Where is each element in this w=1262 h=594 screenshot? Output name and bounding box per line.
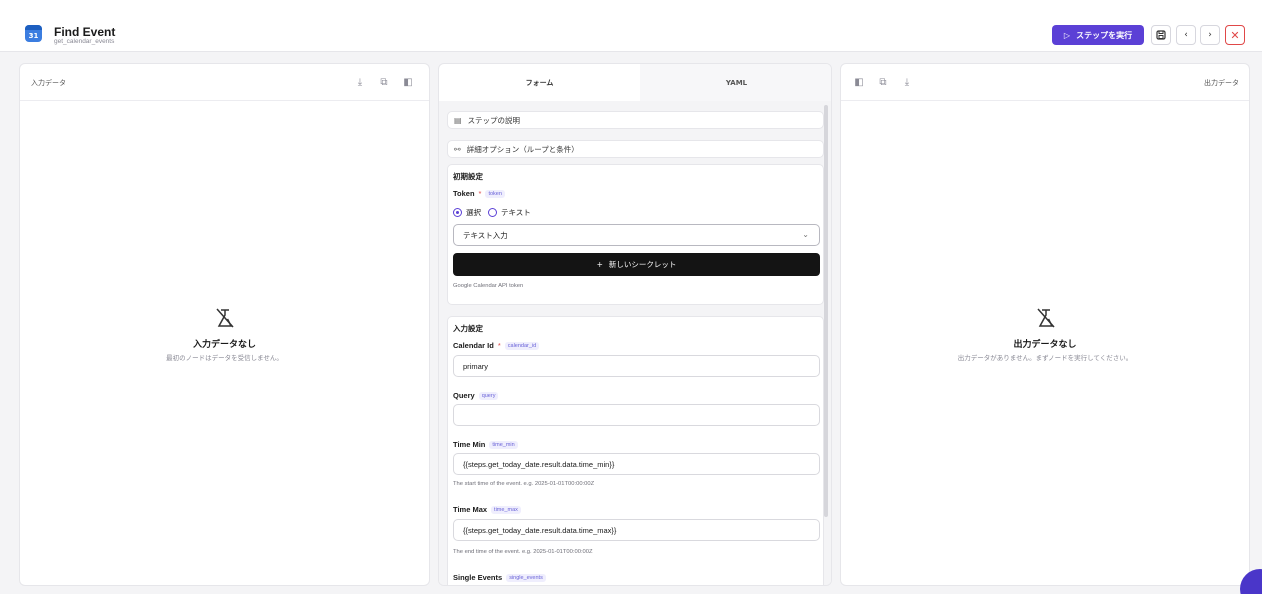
advanced-options-label: 詳細オプション（ループと条件） <box>466 144 579 154</box>
single-events-label-text: Single Events <box>453 573 503 582</box>
calendar-id-key-badge: calendar_id <box>504 341 540 350</box>
form-scrollbar[interactable] <box>824 105 828 517</box>
chevron-right-icon: › <box>1208 30 1212 40</box>
calendar-app-icon: 31 <box>25 25 42 42</box>
token-mode-radios: 選択 テキスト <box>453 207 531 218</box>
copy-icon[interactable]: ⧉ <box>876 75 890 89</box>
close-icon: ✕ <box>1230 28 1240 42</box>
collapse-icon[interactable]: ◧ <box>852 75 866 89</box>
input-data-panel: 入力データ ⤓ ⧉ ◧ 入力データなし 最初のノードはデータを受信しません。 <box>19 63 430 586</box>
calendar-id-label-text: Calendar Id <box>453 341 494 350</box>
radio-text[interactable] <box>488 208 497 217</box>
query-label: Query query <box>453 391 499 400</box>
input-settings-card: 入力設定 Calendar Id * calendar_id primary Qu… <box>447 316 824 585</box>
radio-select[interactable] <box>453 208 462 217</box>
time-min-input[interactable]: {{steps.get_today_date.result.data.time_… <box>453 453 820 475</box>
time-max-key-badge: time_max <box>491 505 521 514</box>
output-empty-subtitle: 出力データがありません。まずノードを実行してください。 <box>957 354 1133 362</box>
step-description-label: ステップの説明 <box>467 115 521 125</box>
tab-yaml[interactable]: YAML <box>640 64 831 101</box>
tab-form[interactable]: フォーム <box>439 64 640 101</box>
input-empty-title: 入力データなし <box>192 340 256 350</box>
time-min-key-badge: time_min <box>489 440 518 449</box>
plus-icon: + <box>596 260 603 269</box>
time-max-label: Time Max time_max <box>453 505 521 514</box>
node-title: Find Event <box>54 25 116 39</box>
play-icon: ▷ <box>1063 30 1071 40</box>
save-icon <box>1156 30 1166 40</box>
download-icon[interactable]: ⤓ <box>900 75 914 89</box>
output-empty-title: 出力データなし <box>1013 340 1077 350</box>
initial-settings-card: 初期設定 Token * token 選択 テキスト テキスト入力 ⌄ + 新しい… <box>447 164 824 305</box>
form-panel: フォーム YAML ▤ ステップの説明 ⚯ 詳細オプション（ループと条件） 初期… <box>438 63 832 586</box>
chevron-down-icon: ⌄ <box>802 230 809 239</box>
single-events-key-badge: single_events <box>506 573 546 582</box>
top-bar: 31 Find Event get_calendar_events ▷ ステップ… <box>0 0 1262 52</box>
output-panel-title: 出力データ <box>1204 79 1239 87</box>
collapse-icon[interactable]: ◧ <box>401 75 415 89</box>
radio-text-label: テキスト <box>501 208 531 217</box>
flask-icon <box>216 308 234 328</box>
calendar-id-label: Calendar Id * calendar_id <box>453 341 540 350</box>
close-button[interactable]: ✕ <box>1225 25 1245 45</box>
previous-button[interactable]: ‹ <box>1176 25 1196 45</box>
input-panel-header: 入力データ ⤓ ⧉ ◧ <box>20 64 429 101</box>
query-input[interactable] <box>453 404 820 426</box>
initial-settings-title: 初期設定 <box>453 172 483 181</box>
input-panel-title: 入力データ <box>31 79 66 87</box>
sliders-icon: ⚯ <box>454 144 461 154</box>
new-secret-label: 新しいシークレット <box>608 260 677 269</box>
radio-select-label: 選択 <box>466 208 481 217</box>
node-subtitle: get_calendar_events <box>54 38 115 45</box>
token-select[interactable]: テキスト入力 ⌄ <box>453 224 820 246</box>
form-scroll-area[interactable]: ▤ ステップの説明 ⚯ 詳細オプション（ループと条件） 初期設定 Token * … <box>439 101 831 585</box>
single-events-label: Single Events single_events <box>453 573 546 582</box>
token-label: Token * token <box>453 189 505 198</box>
calendar-id-input[interactable]: primary <box>453 355 820 377</box>
next-button[interactable]: › <box>1200 25 1220 45</box>
required-mark: * <box>478 189 482 198</box>
new-secret-button[interactable]: + 新しいシークレット <box>453 253 820 276</box>
token-select-value: テキスト入力 <box>463 230 508 240</box>
time-min-label-text: Time Min <box>453 440 486 449</box>
copy-icon[interactable]: ⧉ <box>377 75 391 89</box>
download-icon[interactable]: ⤓ <box>353 75 367 89</box>
chevron-left-icon: ‹ <box>1184 30 1188 40</box>
output-panel-header: ◧ ⧉ ⤓ 出力データ <box>841 64 1249 101</box>
save-button[interactable] <box>1151 25 1171 45</box>
token-label-text: Token <box>453 189 475 198</box>
input-settings-title: 入力設定 <box>453 324 483 333</box>
token-help: Google Calendar API token <box>453 283 524 289</box>
time-max-help: The end time of the event. e.g. 2025-01-… <box>453 549 593 555</box>
document-icon: ▤ <box>454 115 462 125</box>
output-data-panel: ◧ ⧉ ⤓ 出力データ 出力データなし 出力データがありません。まずノードを実行… <box>840 63 1250 586</box>
query-label-text: Query <box>453 391 475 400</box>
time-max-label-text: Time Max <box>453 505 488 514</box>
run-step-button[interactable]: ▷ ステップを実行 <box>1052 25 1144 45</box>
required-mark: * <box>497 341 501 350</box>
run-step-label: ステップを実行 <box>1076 30 1133 40</box>
flask-icon <box>1037 308 1055 328</box>
input-empty-subtitle: 最初のノードはデータを受信しません。 <box>166 354 283 362</box>
time-max-input[interactable]: {{steps.get_today_date.result.data.time_… <box>453 519 820 541</box>
query-key-badge: query <box>478 391 499 400</box>
time-min-help: The start time of the event. e.g. 2025-0… <box>453 481 595 487</box>
advanced-options-row[interactable]: ⚯ 詳細オプション（ループと条件） <box>447 140 824 158</box>
time-min-label: Time Min time_min <box>453 440 518 449</box>
step-description-row[interactable]: ▤ ステップの説明 <box>447 111 824 129</box>
token-key-badge: token <box>485 189 505 198</box>
